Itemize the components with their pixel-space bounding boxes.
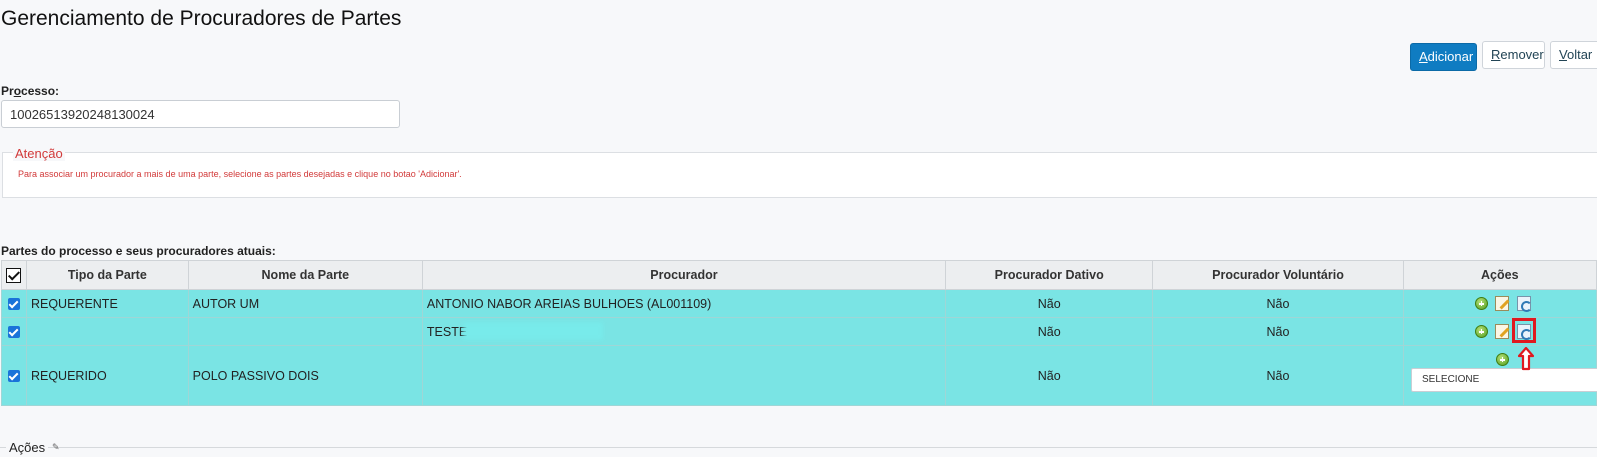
remove-label: emover bbox=[1500, 47, 1544, 62]
cell-voluntario: Não bbox=[1152, 317, 1404, 346]
col-procurador: Procurador bbox=[421, 260, 946, 290]
processo-input[interactable] bbox=[1, 100, 400, 128]
partes-table: Tipo da Parte Nome da Parte Procurador P… bbox=[1, 260, 1597, 406]
row-checkbox[interactable] bbox=[7, 326, 20, 339]
cell-tipo: REQUERIDO bbox=[25, 345, 189, 406]
add-procurador-icon[interactable] bbox=[1474, 325, 1488, 339]
cell-acoes bbox=[1402, 317, 1597, 346]
page-title: Gerenciamento de Procuradores de Partes bbox=[1, 7, 402, 30]
cell-dativo: Não bbox=[944, 317, 1154, 346]
cell-dativo: Não bbox=[944, 289, 1154, 318]
back-label: oltar bbox=[1566, 47, 1593, 62]
remove-button[interactable]: Remover bbox=[1482, 41, 1545, 69]
partes-section-label: Partes do processo e seus procuradores a… bbox=[1, 244, 276, 258]
cell-voluntario: Não bbox=[1152, 289, 1404, 318]
arrow-up-icon bbox=[1518, 347, 1534, 371]
pin-icon[interactable]: ✎ bbox=[52, 442, 60, 453]
cell-tipo bbox=[25, 317, 189, 346]
processo-label: Processo: bbox=[1, 84, 60, 98]
highlight-box bbox=[1512, 318, 1536, 343]
col-tipo: Tipo da Parte bbox=[25, 260, 189, 290]
attention-legend: Atenção bbox=[13, 146, 65, 161]
edit-icon[interactable] bbox=[1495, 324, 1510, 340]
col-acoes: Ações bbox=[1402, 260, 1597, 290]
acoes-section-legend: Ações bbox=[6, 440, 49, 455]
select-all-checkbox[interactable] bbox=[6, 267, 22, 283]
procurador-select[interactable]: SELECIONE bbox=[1411, 368, 1597, 392]
row-checkbox[interactable] bbox=[7, 370, 20, 383]
redacted-text bbox=[463, 322, 603, 340]
cell-procurador: ANTONIO NABOR AREIAS BULHOES (AL001109) bbox=[421, 289, 946, 318]
col-voluntario: Procurador Voluntário bbox=[1152, 260, 1404, 290]
col-nome: Nome da Parte bbox=[187, 260, 423, 290]
table-row: REQUERENTE AUTOR UM ANTONIO NABOR AREIAS… bbox=[1, 289, 1597, 318]
remove-mnemonic: R bbox=[1491, 47, 1501, 62]
attention-text: Para associar um procurador a mais de um… bbox=[18, 169, 462, 179]
replace-procurador-icon[interactable] bbox=[1516, 296, 1532, 313]
divider bbox=[0, 447, 1597, 448]
cell-nome bbox=[187, 317, 423, 346]
cell-procurador bbox=[421, 345, 946, 406]
cell-voluntario: Não bbox=[1152, 345, 1404, 406]
add-mnemonic: A bbox=[1419, 49, 1428, 64]
cell-nome: POLO PASSIVO DOIS bbox=[187, 345, 423, 406]
back-button[interactable]: Voltar bbox=[1550, 41, 1597, 69]
cell-dativo: Não bbox=[944, 345, 1154, 406]
add-label: dicionar bbox=[1427, 49, 1474, 64]
table-row: REQUERIDO POLO PASSIVO DOIS Não Não bbox=[1, 345, 1597, 406]
add-procurador-icon[interactable] bbox=[1495, 353, 1509, 367]
select-all-header bbox=[1, 260, 27, 290]
attention-box: Atenção Para associar um procurador a ma… bbox=[2, 146, 1597, 198]
row-checkbox[interactable] bbox=[7, 298, 20, 311]
add-procurador-icon[interactable] bbox=[1474, 297, 1488, 311]
cell-acoes bbox=[1402, 289, 1597, 318]
col-dativo: Procurador Dativo bbox=[944, 260, 1154, 290]
edit-icon[interactable] bbox=[1495, 296, 1510, 312]
table-row: TESTE Não Não bbox=[1, 317, 1597, 346]
cell-tipo: REQUERENTE bbox=[25, 289, 189, 318]
cell-nome: AUTOR UM bbox=[187, 289, 423, 318]
back-mnemonic: V bbox=[1559, 47, 1567, 62]
add-button[interactable]: Adicionar bbox=[1410, 43, 1477, 71]
